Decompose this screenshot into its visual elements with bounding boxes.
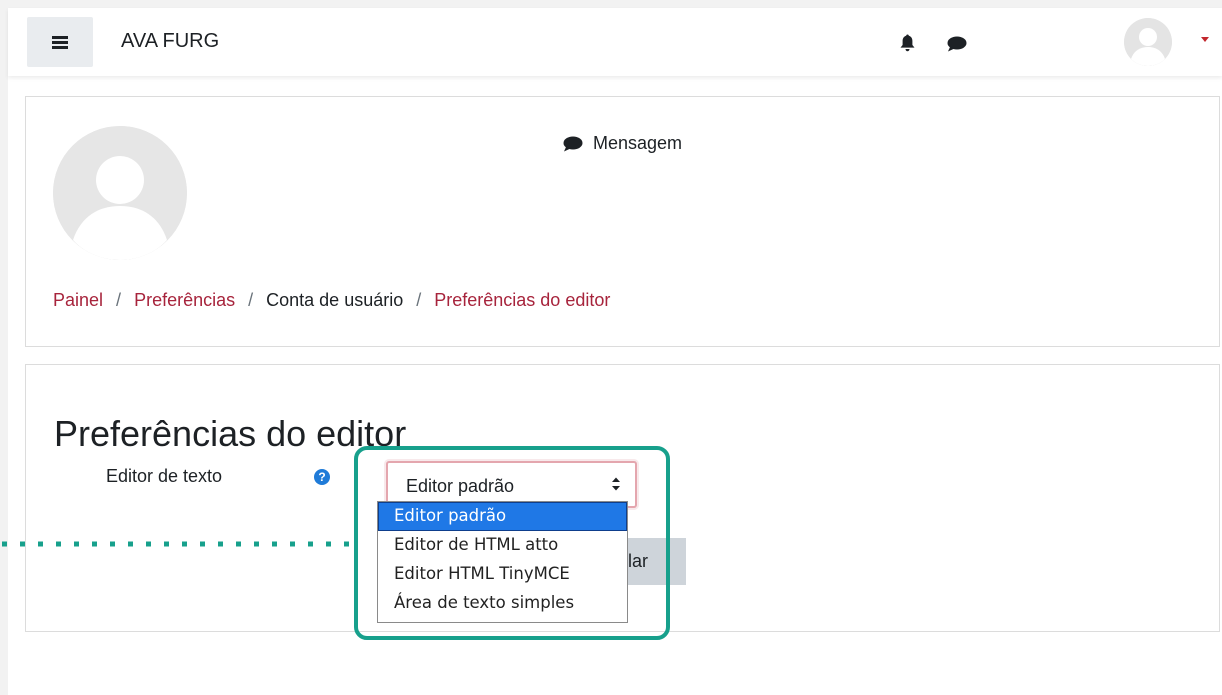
breadcrumb-preferencias-editor[interactable]: Preferências do editor [434, 290, 610, 311]
select-current-value: Editor padrão [406, 476, 515, 496]
bell-icon[interactable] [900, 34, 915, 52]
option-area-texto-simples[interactable]: Área de texto simples [378, 589, 627, 618]
site-brand[interactable]: AVA FURG [121, 30, 219, 53]
breadcrumb: Painel / Preferências / Conta de usuário… [53, 290, 610, 311]
option-editor-padrao[interactable]: Editor padrão [378, 502, 627, 531]
profile-header-card: Mensagem Painel / Preferências / Conta d… [25, 96, 1220, 347]
breadcrumb-separator: / [416, 290, 422, 310]
message-link[interactable]: Mensagem [563, 133, 682, 154]
top-navbar: AVA FURG [8, 8, 1222, 76]
question-circle-icon[interactable]: ? [314, 469, 330, 485]
text-editor-options-list: Editor padrão Editor de HTML atto Editor… [377, 501, 628, 623]
chat-bubble-icon [563, 136, 583, 151]
breadcrumb-painel[interactable]: Painel [53, 290, 103, 311]
breadcrumb-separator: / [248, 290, 254, 310]
page-title: Preferências do editor [54, 413, 407, 454]
chat-bubble-icon[interactable] [947, 36, 967, 52]
select-arrows-icon [612, 477, 620, 491]
option-editor-html-atto[interactable]: Editor de HTML atto [378, 531, 627, 560]
breadcrumb-preferencias[interactable]: Preferências [134, 290, 235, 311]
text-editor-label: Editor de texto [106, 466, 223, 486]
message-link-label: Mensagem [593, 133, 683, 153]
hamburger-icon [52, 36, 68, 49]
breadcrumb-separator: / [116, 290, 122, 310]
profile-avatar [53, 126, 187, 260]
menu-toggle-button[interactable] [27, 17, 93, 67]
user-avatar[interactable] [1124, 18, 1172, 66]
caret-down-icon[interactable] [1201, 37, 1209, 42]
breadcrumb-conta-usuario: Conta de usuário [266, 290, 404, 310]
option-editor-html-tinymce[interactable]: Editor HTML TinyMCE [378, 560, 627, 589]
